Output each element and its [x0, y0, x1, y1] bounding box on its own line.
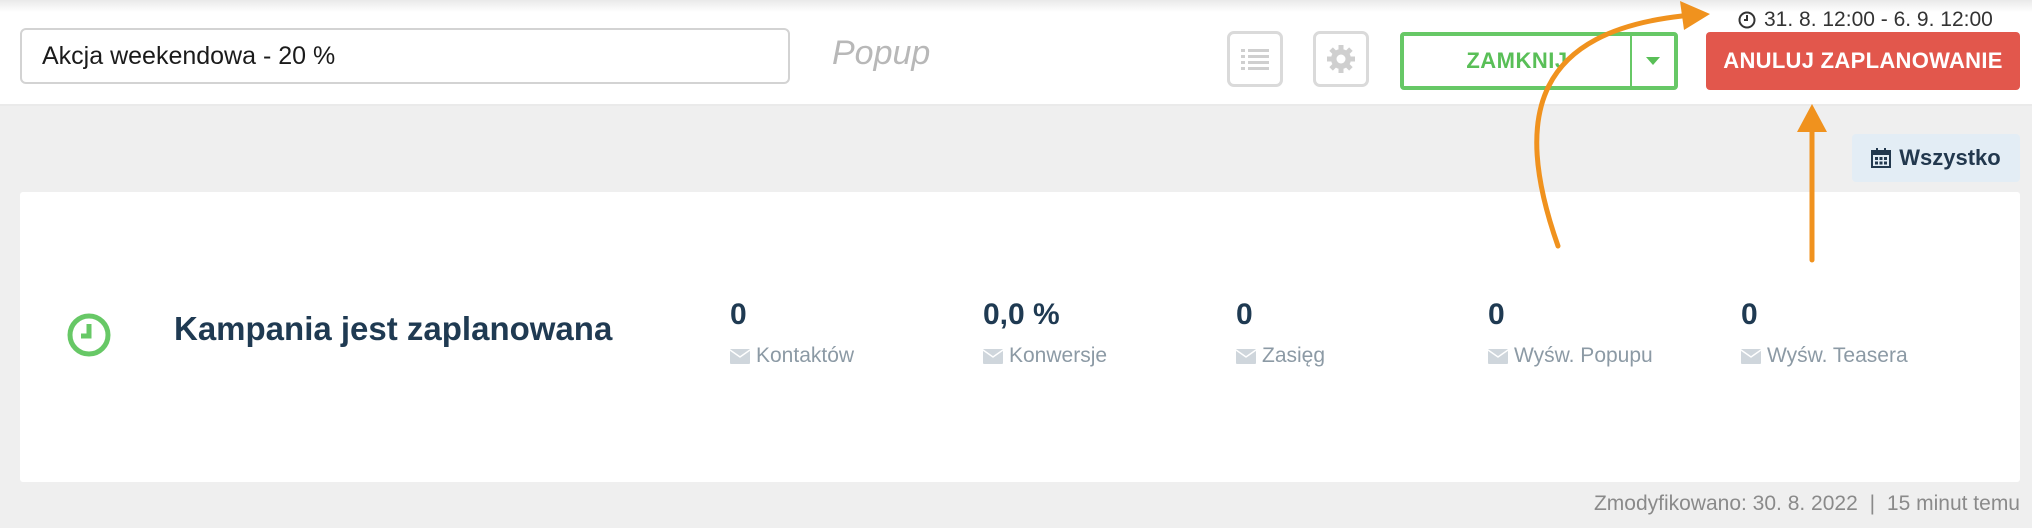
envelope-icon — [983, 348, 1003, 364]
stat-conversions: 0,0 % Konwersje — [983, 298, 1107, 368]
gear-icon — [1327, 45, 1355, 73]
annotation-arrowhead-straight — [1797, 104, 1827, 132]
stat-popup-views: 0 Wyśw. Popupu — [1488, 298, 1653, 368]
close-button-group: ZAMKNIJ — [1400, 32, 1678, 90]
modified-info: Zmodyfikowano: 30. 8. 2022 | 15 minut te… — [1594, 492, 2020, 516]
campaign-name-input[interactable] — [20, 28, 790, 84]
close-button[interactable]: ZAMKNIJ — [1404, 36, 1632, 86]
envelope-icon — [1236, 348, 1256, 364]
stat-label: Wyśw. Popupu — [1514, 344, 1653, 367]
clock-icon — [1738, 11, 1756, 29]
envelope-icon — [730, 348, 750, 364]
status-icon-wrap — [66, 312, 112, 363]
campaign-type-label: Popup — [832, 34, 931, 72]
modified-date: Zmodyfikowano: 30. 8. 2022 — [1593, 492, 1858, 515]
modified-separator: | — [1869, 492, 1876, 515]
stat-label: Zasięg — [1262, 344, 1326, 367]
stat-label: Wyśw. Teasera — [1767, 344, 1908, 367]
stat-teaser-views: 0 Wyśw. Teasera — [1741, 298, 1908, 368]
date-filter-all-label: Wszystko — [1899, 145, 2001, 170]
schedule-range: 31. 8. 12:00 - 6. 9. 12:00 — [1738, 8, 1993, 32]
close-button-label: ZAMKNIJ — [1466, 48, 1568, 73]
stat-label: Konwersje — [1009, 344, 1108, 367]
list-icon — [1241, 49, 1269, 70]
stat-value: 0 — [730, 298, 747, 331]
modified-ago: 15 minut temu — [1886, 492, 2020, 515]
stat-value: 0 — [1741, 298, 1758, 331]
list-button[interactable] — [1227, 31, 1283, 87]
envelope-icon — [1488, 348, 1508, 364]
clock-icon — [67, 313, 111, 357]
cancel-schedule-button[interactable]: ANULUJ ZAPLANOWANIE — [1706, 32, 2020, 90]
stat-contacts: 0 Kontaktów — [730, 298, 854, 368]
stat-value: 0,0 % — [983, 298, 1060, 331]
calendar-icon — [1871, 148, 1892, 168]
chevron-down-icon — [1646, 57, 1660, 65]
envelope-icon — [1741, 348, 1761, 364]
stat-label: Kontaktów — [756, 344, 855, 367]
schedule-range-text: 31. 8. 12:00 - 6. 9. 12:00 — [1764, 8, 1993, 31]
stat-reach: 0 Zasięg — [1236, 298, 1325, 368]
settings-button[interactable] — [1313, 31, 1369, 87]
cancel-schedule-label: ANULUJ ZAPLANOWANIE — [1723, 48, 2003, 73]
campaign-status-title: Kampania jest zaplanowana — [174, 310, 613, 347]
stat-value: 0 — [1236, 298, 1253, 331]
stat-value: 0 — [1488, 298, 1505, 331]
close-dropdown-toggle[interactable] — [1632, 36, 1674, 86]
date-filter-all-button[interactable]: Wszystko — [1852, 134, 2020, 182]
